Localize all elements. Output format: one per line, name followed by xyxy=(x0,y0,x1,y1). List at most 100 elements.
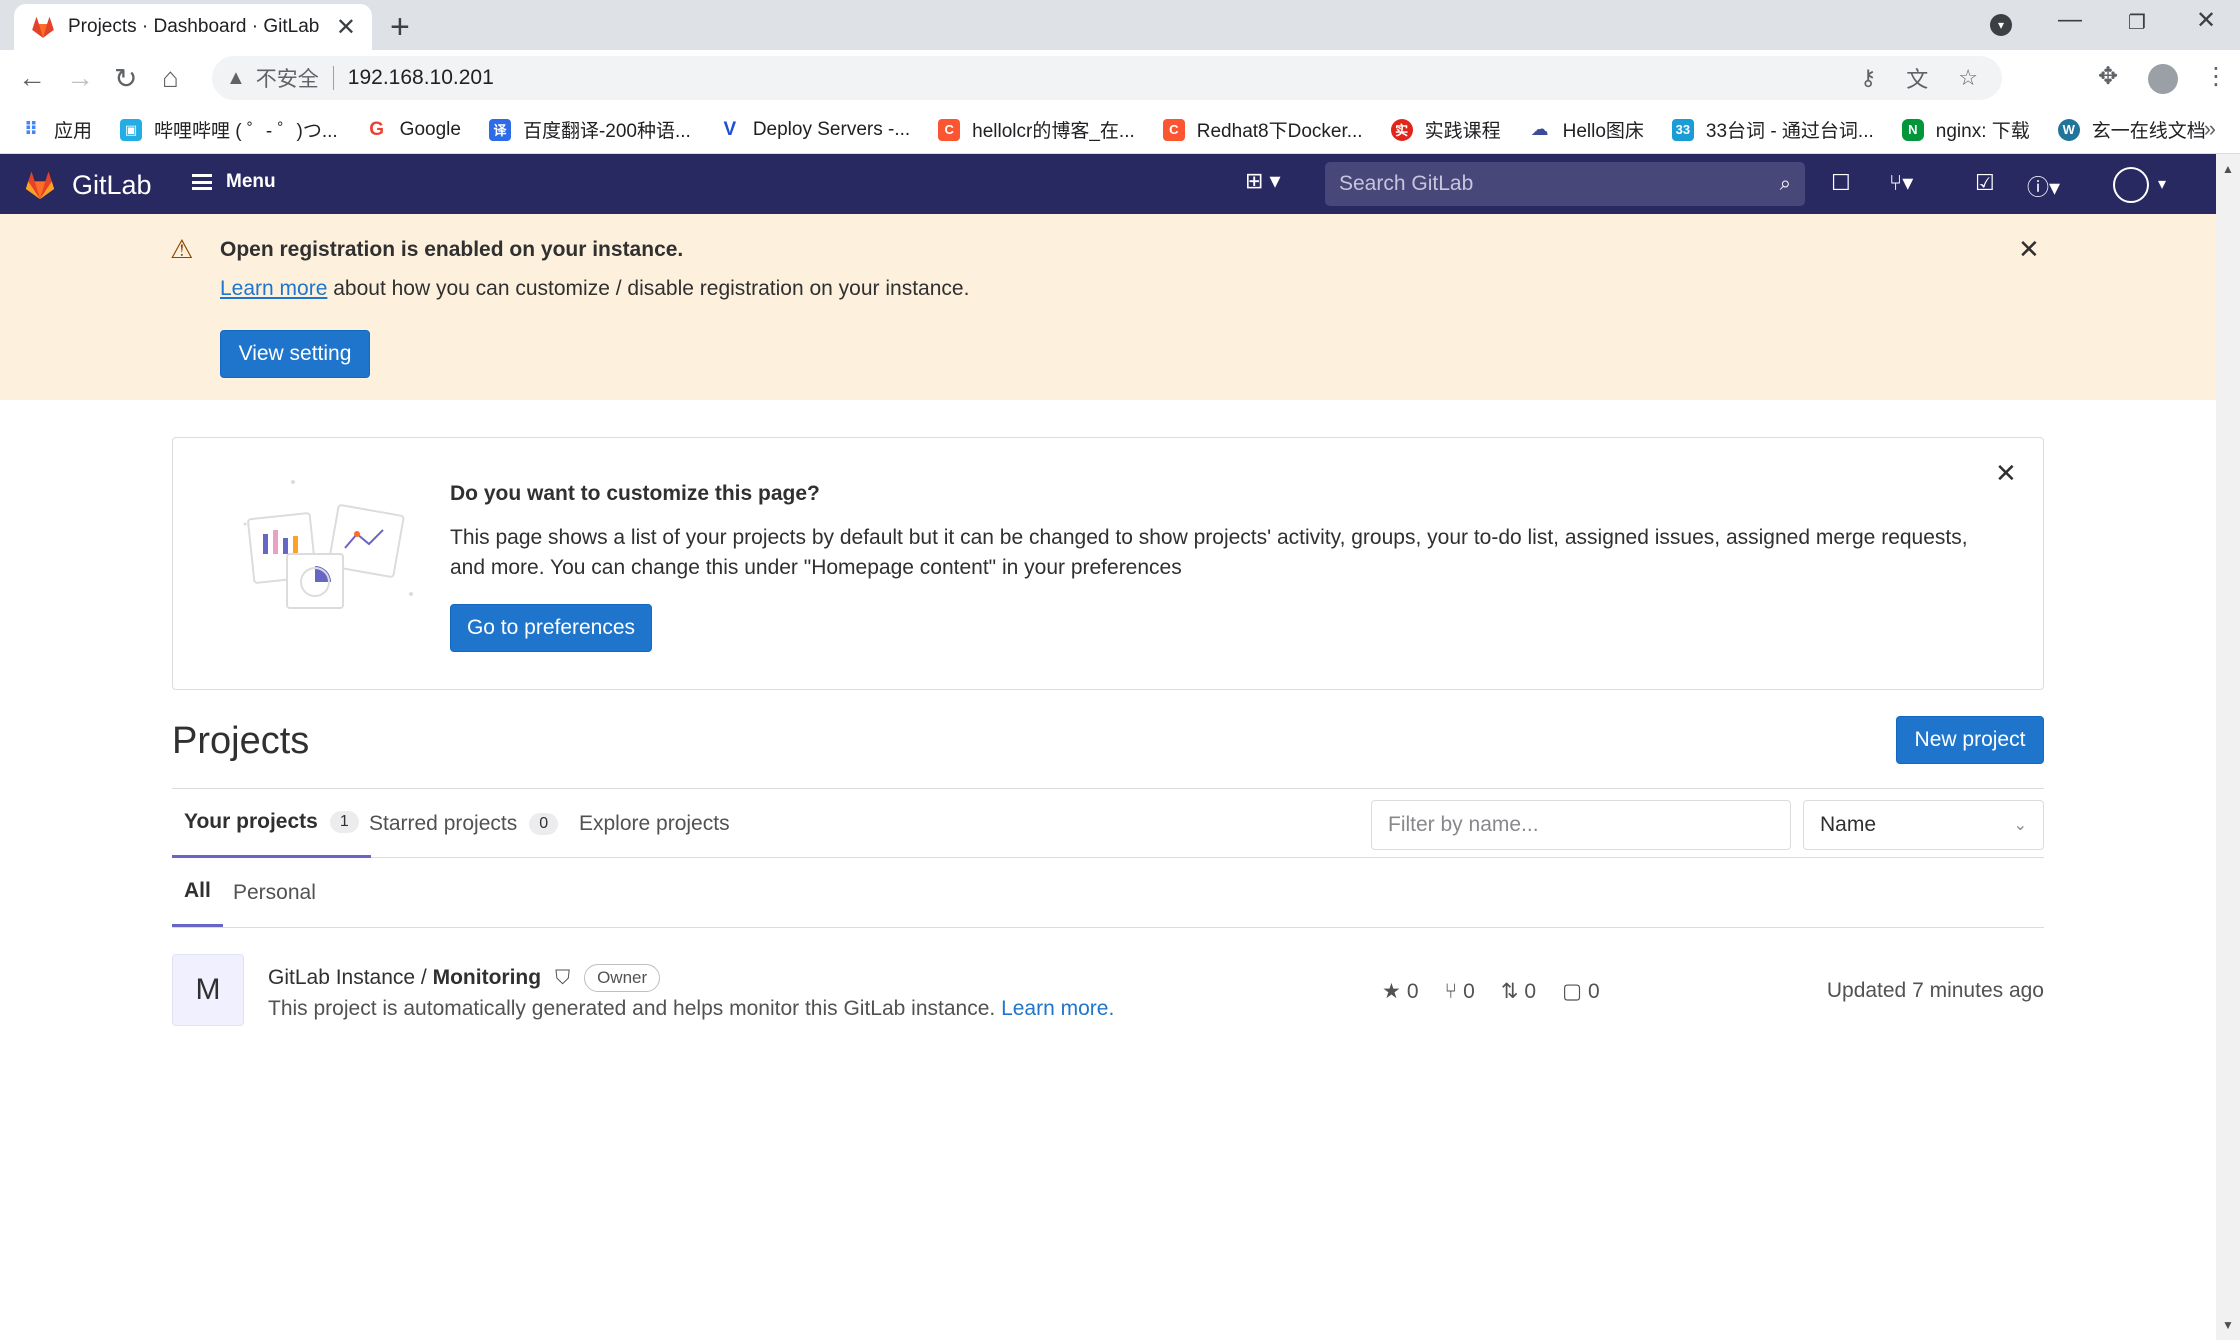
address-bar[interactable]: ▲ 不安全 192.168.10.201 ⚷ 文 ☆ xyxy=(212,56,2002,100)
alert-body: Learn more about how you can customize /… xyxy=(220,277,969,301)
issues-count[interactable]: ▢ 0 xyxy=(1562,979,1600,1004)
bookmark-label: 哔哩哔哩 ( ゜- ゜)つ... xyxy=(154,121,338,142)
scroll-up-icon[interactable]: ▲ xyxy=(2222,162,2234,176)
stars-count[interactable]: ★ 0 xyxy=(1382,979,1419,1004)
gitlab-search-input[interactable]: Search GitLab ⌕ xyxy=(1325,162,1805,206)
page-scrollbar[interactable]: ▲ ▼ xyxy=(2216,154,2240,1340)
tab-starred-projects[interactable]: Starred projects 0 xyxy=(369,789,559,858)
user-avatar-icon[interactable] xyxy=(2113,167,2149,203)
bookmark-label: Redhat8下Docker... xyxy=(1196,121,1363,142)
stat-value: 0 xyxy=(1406,979,1419,1003)
google-icon: G xyxy=(365,118,388,141)
bookmarks-overflow-icon[interactable]: » xyxy=(2204,116,2216,142)
project-title-link[interactable]: GitLab Instance / Monitoring ⛉ Owner xyxy=(268,964,661,992)
bookmark-label: 33台词 - 通过台词... xyxy=(1705,121,1874,142)
tab-close-icon[interactable]: ✕ xyxy=(336,13,356,42)
bookmark-deploy-servers[interactable]: V Deploy Servers -... xyxy=(718,118,910,141)
stat-value: 0 xyxy=(1587,979,1600,1003)
browser-tab-strip: Projects · Dashboard · GitLab ✕ + ▾ — ❐ … xyxy=(0,0,2240,50)
forks-count[interactable]: ⑂ 0 xyxy=(1445,979,1475,1004)
go-to-preferences-button[interactable]: Go to preferences xyxy=(450,604,652,652)
not-secure-warning-icon[interactable]: ▲ xyxy=(226,67,246,90)
key-icon[interactable]: ⚷ xyxy=(1860,65,1876,91)
restore-icon[interactable]: ❐ xyxy=(2128,10,2146,35)
project-scope-tabs: All Personal xyxy=(172,858,2044,928)
gitlab-home-link[interactable]: GitLab xyxy=(22,168,152,202)
new-item-dropdown-icon[interactable]: ⊞ ▾ xyxy=(1245,168,1281,194)
gitlab-favicon-icon xyxy=(32,16,54,38)
bookmark-bilibili[interactable]: ▣ 哔哩哔哩 ( ゜- ゜)つ... xyxy=(120,116,338,143)
bookmark-hello-image-host[interactable]: ☁ Hello图床 xyxy=(1528,116,1644,143)
browser-tab-active[interactable]: Projects · Dashboard · GitLab ✕ xyxy=(14,4,372,50)
extensions-puzzle-icon[interactable]: ✥ xyxy=(2098,62,2118,91)
bookmark-apps[interactable]: ⠿ 应用 xyxy=(20,116,92,143)
description-text: This project is automatically generated … xyxy=(268,997,996,1020)
merge-requests-icon[interactable]: ⑂▾ xyxy=(1889,170,1913,196)
tab-all[interactable]: All xyxy=(172,858,223,927)
issues-icon: ▢ xyxy=(1562,980,1582,1003)
not-secure-label[interactable]: 不安全 xyxy=(256,63,319,93)
csdn-icon: C xyxy=(938,118,961,141)
help-icon[interactable]: ⓘ▾ xyxy=(2027,170,2060,202)
home-icon[interactable]: ⌂ xyxy=(162,62,179,94)
bookmark-hellolcr-blog[interactable]: C hellolcr的博客_在... xyxy=(938,116,1135,143)
project-namespace: GitLab Instance / xyxy=(268,966,433,989)
vuetify-icon: V xyxy=(718,118,741,141)
project-name: Monitoring xyxy=(432,966,542,989)
tab-label: Explore projects xyxy=(579,811,730,835)
bookmark-practice-course[interactable]: 实 实践课程 xyxy=(1390,116,1501,143)
close-icon[interactable]: ✕ xyxy=(2018,234,2040,265)
count-badge: 0 xyxy=(529,812,559,835)
bookmark-label: Google xyxy=(399,118,461,140)
bookmark-baidu-translate[interactable]: 译 百度翻译-200种语... xyxy=(488,116,691,143)
tab-personal[interactable]: Personal xyxy=(233,858,316,927)
tab-title: Projects · Dashboard · GitLab xyxy=(68,16,320,37)
filter-by-name-input[interactable]: Filter by name... xyxy=(1371,800,1791,850)
bookmark-33-lines[interactable]: 33 33台词 - 通过台词... xyxy=(1671,116,1874,143)
customize-body: This page shows a list of your projects … xyxy=(450,526,1968,579)
tab-label: Starred projects xyxy=(369,811,518,835)
merge-requests-count[interactable]: ⇅ 0 xyxy=(1501,979,1536,1004)
project-avatar[interactable]: M xyxy=(172,954,244,1026)
course-icon: 实 xyxy=(1390,118,1413,141)
scroll-down-icon[interactable]: ▼ xyxy=(2222,1318,2234,1332)
role-badge: Owner xyxy=(584,964,661,992)
forward-arrow-icon[interactable]: → xyxy=(66,62,94,94)
learn-more-link[interactable]: Learn more xyxy=(220,277,327,300)
fork-icon: ⑂ xyxy=(1444,979,1458,1003)
close-icon[interactable]: ✕ xyxy=(1995,458,2017,489)
new-project-button[interactable]: New project xyxy=(1896,716,2044,764)
bookmark-redhat-docker[interactable]: C Redhat8下Docker... xyxy=(1162,116,1363,143)
profile-avatar-icon[interactable] xyxy=(2148,64,2178,94)
tab-your-projects[interactable]: Your projects 1 xyxy=(172,789,371,858)
back-arrow-icon[interactable]: ← xyxy=(18,62,46,94)
new-tab-icon[interactable]: + xyxy=(390,8,410,47)
reload-icon[interactable]: ↻ xyxy=(114,62,137,95)
window-close-icon[interactable]: ✕ xyxy=(2196,6,2216,35)
bookmark-nginx-download[interactable]: N nginx: 下载 xyxy=(1901,116,2030,143)
customize-title: Do you want to customize this page? xyxy=(450,482,820,505)
view-setting-button[interactable]: View setting xyxy=(220,330,370,378)
minimize-icon[interactable]: — xyxy=(2058,6,2082,34)
chevron-down-icon[interactable]: ▾ xyxy=(2158,174,2166,194)
search-placeholder: Search GitLab xyxy=(1339,172,1474,195)
url-text[interactable]: 192.168.10.201 xyxy=(348,66,494,90)
bookmark-label: 实践课程 xyxy=(1424,121,1501,142)
translate-icon[interactable]: 文 xyxy=(1906,62,1928,94)
bookmark-label: nginx: 下载 xyxy=(1935,121,2030,142)
sort-dropdown[interactable]: Name ⌄ xyxy=(1803,800,2044,850)
url-divider xyxy=(332,66,334,90)
gitlab-logo-icon xyxy=(25,171,55,200)
tab-search-icon[interactable]: ▾ xyxy=(1990,14,2012,36)
main-menu-button[interactable]: Menu xyxy=(192,171,276,193)
learn-more-link[interactable]: Learn more. xyxy=(1001,997,1114,1020)
issues-icon[interactable]: ☐ xyxy=(1831,170,1851,196)
bookmark-google[interactable]: G Google xyxy=(365,118,461,141)
tab-explore-projects[interactable]: Explore projects xyxy=(579,789,730,858)
page-title: Projects xyxy=(172,720,310,762)
todo-icon[interactable]: ☑ xyxy=(1975,170,1995,196)
chrome-menu-icon[interactable]: ⋮ xyxy=(2204,62,2228,91)
bookmark-star-icon[interactable]: ☆ xyxy=(1958,65,1978,91)
bookmark-xuanyi-docs[interactable]: W 玄一在线文档 xyxy=(2057,116,2206,143)
tab-label: Personal xyxy=(233,880,316,904)
